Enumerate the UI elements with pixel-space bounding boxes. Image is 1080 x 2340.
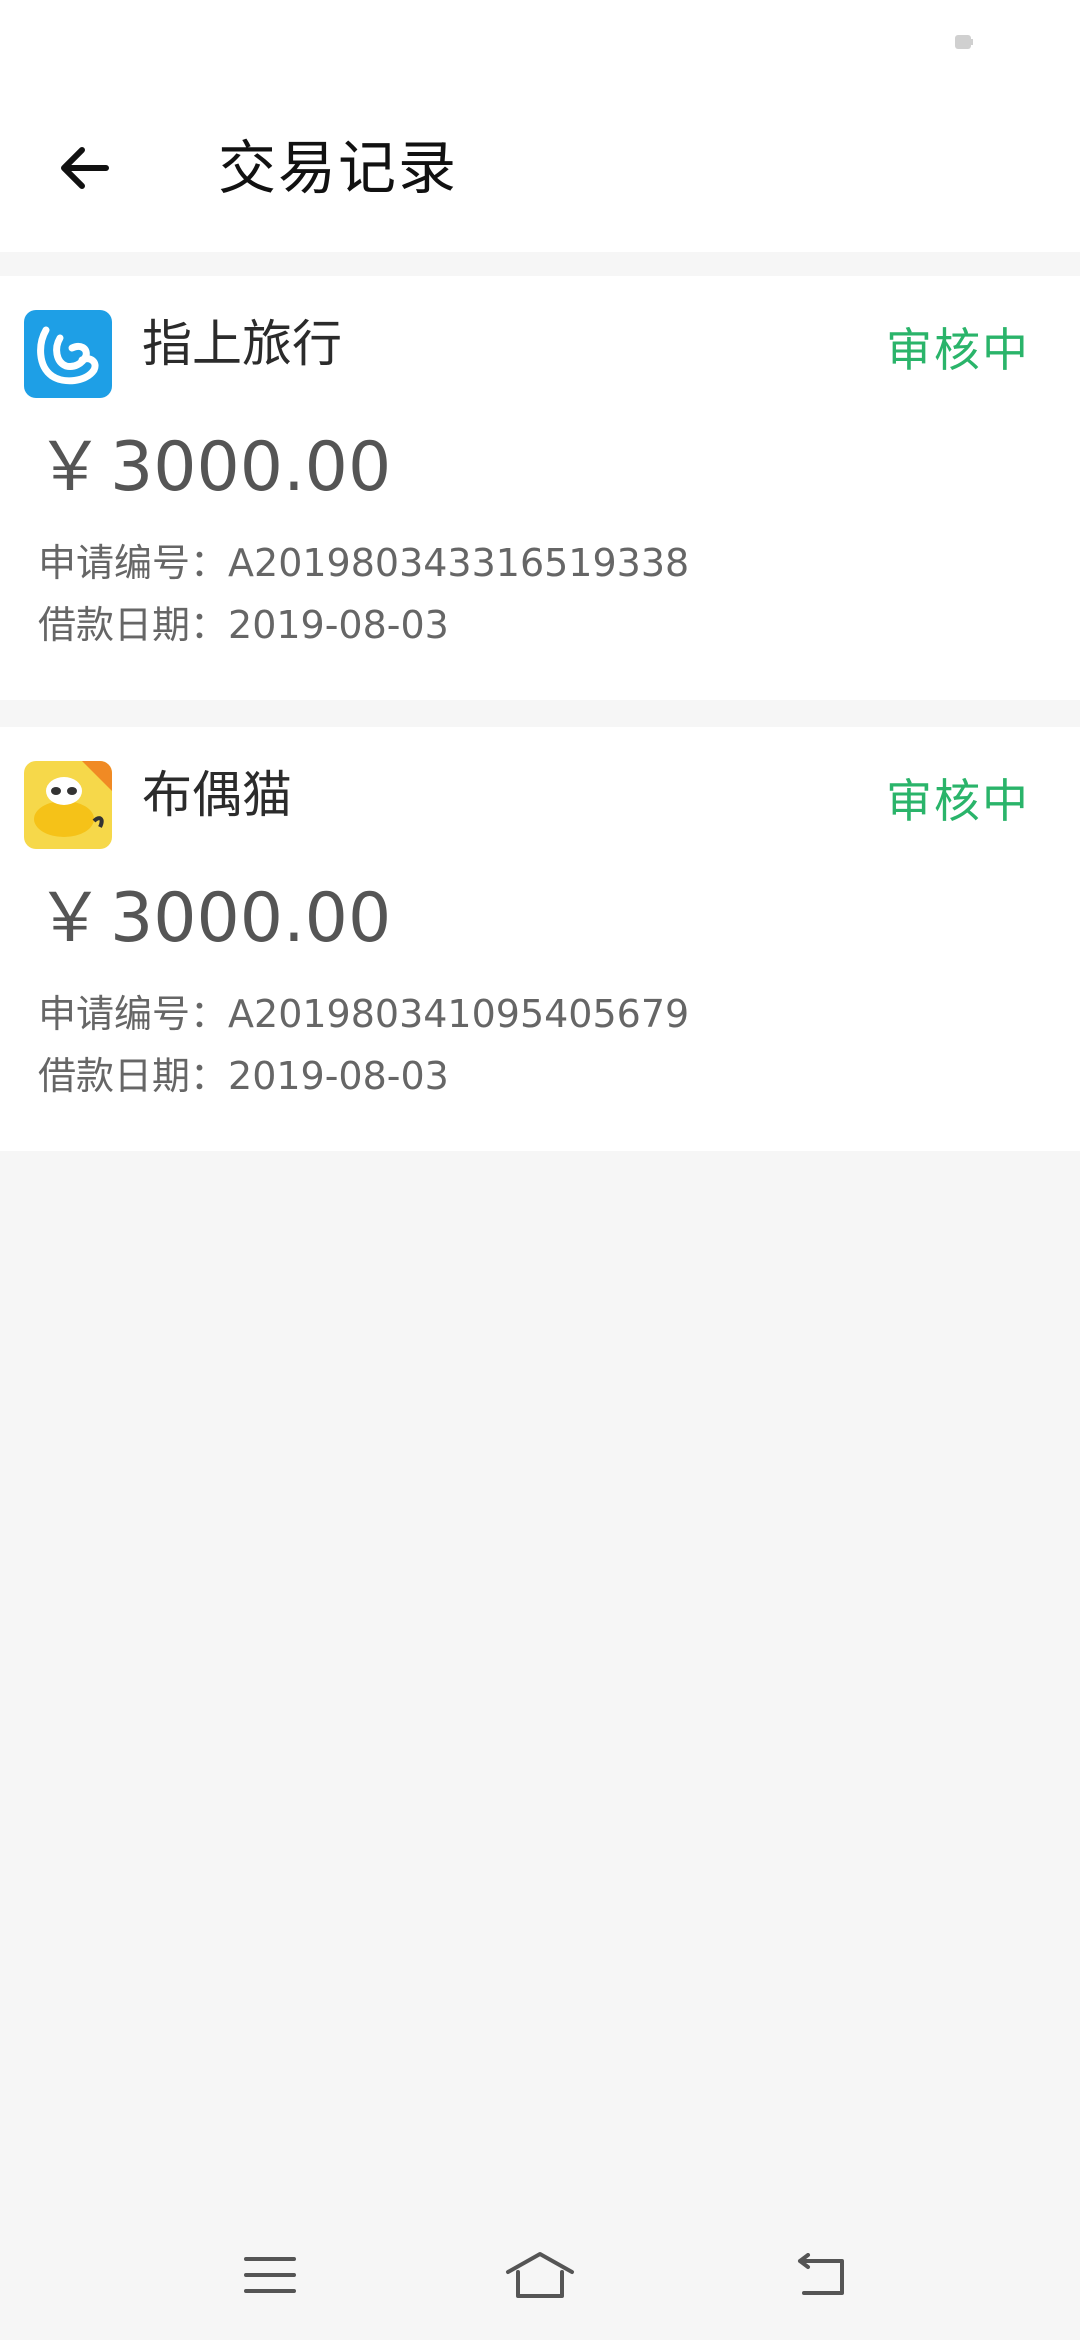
page-title: 交易记录: [218, 134, 459, 202]
application-number: 申请编号：A201980341095405679: [38, 989, 689, 1039]
app-name: 指上旅行: [142, 315, 342, 373]
ragdoll-cat-logo-icon: [24, 761, 112, 849]
system-nav-bar: [0, 2200, 1080, 2340]
application-number-label: 申请编号：: [38, 541, 229, 585]
loan-amount: ￥3000.00: [36, 426, 391, 510]
loan-date-label: 借款日期：: [38, 603, 229, 647]
battery-icon: [955, 35, 973, 49]
application-number-value: A201980343316519338: [228, 541, 690, 585]
header: 交易记录: [0, 84, 1080, 252]
amount-value: 3000.00: [110, 428, 392, 507]
transaction-record-card[interactable]: 指上旅行 审核中 ￥3000.00 申请编号：A2019803433165193…: [0, 276, 1080, 700]
menu-icon: [244, 2257, 296, 2293]
amount-value: 3000.00: [110, 879, 392, 958]
application-number-value: A201980341095405679: [228, 992, 690, 1036]
loan-date: 借款日期：2019-08-03: [38, 600, 449, 650]
back-icon: [798, 2253, 844, 2295]
application-number: 申请编号：A201980343316519338: [38, 538, 689, 588]
application-number-label: 申请编号：: [38, 992, 229, 1036]
loan-date-label: 借款日期：: [38, 1054, 229, 1098]
app-name: 布偶猫: [142, 766, 292, 824]
status-bar: [0, 0, 1080, 84]
back-nav-button[interactable]: [762, 2220, 882, 2330]
home-icon: [506, 2252, 574, 2298]
loan-date-value: 2019-08-03: [228, 1054, 449, 1098]
arrow-left-icon: [61, 147, 109, 189]
back-button[interactable]: [40, 124, 128, 212]
menu-button[interactable]: [210, 2220, 330, 2330]
loan-date-value: 2019-08-03: [228, 603, 449, 647]
zhishang-travel-logo-icon: [24, 310, 112, 398]
status-badge: 审核中: [886, 323, 1030, 377]
status-badge: 审核中: [886, 774, 1030, 828]
loan-date: 借款日期：2019-08-03: [38, 1051, 449, 1101]
currency-symbol: ￥: [36, 879, 105, 958]
transaction-record-card[interactable]: 布偶猫 审核中 ￥3000.00 申请编号：A20198034109540567…: [0, 727, 1080, 1151]
home-button[interactable]: [480, 2220, 600, 2330]
loan-amount: ￥3000.00: [36, 877, 391, 961]
currency-symbol: ￥: [36, 428, 105, 507]
